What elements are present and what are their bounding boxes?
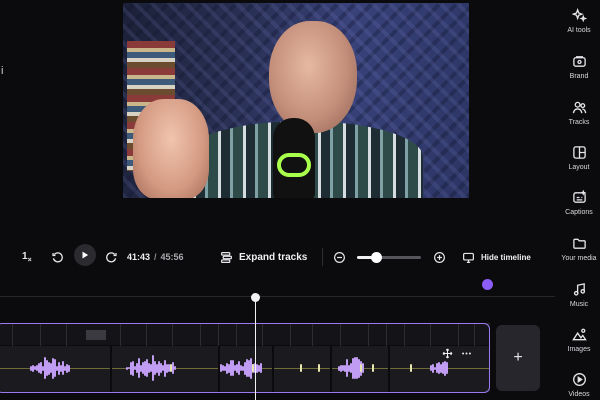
sidebar-item-label: Captions bbox=[565, 209, 593, 216]
folder-icon bbox=[572, 238, 586, 249]
more-options-icon[interactable] bbox=[461, 348, 472, 359]
users-icon bbox=[572, 101, 586, 114]
rewind-5s-icon bbox=[51, 251, 63, 262]
sparkles-icon bbox=[571, 8, 587, 23]
current-time: 41:43 bbox=[127, 252, 151, 262]
sidebar-item-label: Your media bbox=[561, 255, 597, 262]
right-sidebar: AI tools Brand Tracks Layout Captions Yo… bbox=[558, 0, 600, 400]
monitor-icon bbox=[463, 252, 474, 263]
sidebar-item-label: Layout bbox=[568, 164, 590, 171]
video-preview[interactable] bbox=[123, 3, 469, 198]
add-track-label: + bbox=[513, 349, 523, 366]
sidebar-item-label: Images bbox=[567, 346, 591, 353]
total-time: 45:56 bbox=[160, 252, 184, 262]
clip-tools bbox=[442, 348, 472, 359]
music-note-icon bbox=[573, 283, 585, 296]
hide-timeline-label: Hide timeline bbox=[481, 252, 531, 262]
sidebar-item-label: Brand bbox=[569, 73, 589, 80]
sidebar-item-label: Tracks bbox=[568, 119, 590, 126]
sidebar-item-ai-tools[interactable]: AI tools bbox=[546, 8, 600, 34]
layout-icon bbox=[572, 146, 586, 159]
sidebar-item-tracks[interactable]: Tracks bbox=[546, 100, 600, 126]
sidebar-item-music[interactable]: Music bbox=[546, 282, 600, 308]
sidebar-item-captions[interactable]: Captions bbox=[546, 190, 600, 216]
sidebar-item-label: Music bbox=[569, 301, 589, 308]
selected-clip-outline[interactable] bbox=[0, 323, 490, 393]
time-separator: / bbox=[154, 252, 157, 262]
timeline-ruler[interactable] bbox=[0, 296, 555, 297]
sidebar-item-images[interactable]: Images bbox=[546, 327, 600, 353]
rewind-button[interactable] bbox=[50, 250, 64, 264]
transport-toolbar: 1× 41:43/45:56 Expand tracks Hide timeli… bbox=[0, 241, 555, 273]
playback-speed-suffix: × bbox=[27, 256, 32, 264]
toolbar-divider bbox=[322, 248, 323, 266]
expand-tracks-icon bbox=[221, 251, 232, 263]
video-play-icon bbox=[572, 373, 586, 386]
playback-time: 41:43/45:56 bbox=[127, 252, 184, 262]
hide-timeline-button[interactable]: Hide timeline bbox=[462, 251, 531, 264]
image-icon bbox=[571, 328, 587, 341]
playback-speed-button[interactable]: 1× bbox=[22, 251, 32, 264]
expand-tracks-label: Expand tracks bbox=[239, 251, 308, 263]
playhead[interactable] bbox=[251, 293, 260, 400]
sidebar-item-videos[interactable]: Videos bbox=[546, 372, 600, 398]
play-icon bbox=[82, 251, 89, 259]
zoom-in-button[interactable] bbox=[432, 250, 446, 264]
zoom-out-icon bbox=[333, 251, 345, 263]
add-track-button[interactable]: + bbox=[496, 325, 540, 391]
sidebar-item-brand[interactable]: Brand bbox=[546, 54, 600, 80]
forward-5s-icon bbox=[105, 251, 117, 262]
zoom-in-icon bbox=[433, 251, 445, 263]
expand-tracks-button[interactable]: Expand tracks bbox=[220, 251, 307, 264]
sidebar-item-label: AI tools bbox=[567, 27, 591, 34]
playhead-handle[interactable] bbox=[251, 293, 260, 302]
brand-kit-icon bbox=[572, 56, 586, 67]
zoom-slider-handle[interactable] bbox=[371, 252, 383, 263]
microphone-light bbox=[277, 153, 311, 177]
status-indicator-dot bbox=[482, 279, 493, 290]
zoom-slider[interactable] bbox=[357, 252, 421, 263]
play-button[interactable] bbox=[74, 244, 96, 266]
forward-button[interactable] bbox=[104, 250, 118, 264]
move-icon[interactable] bbox=[442, 348, 453, 359]
sidebar-item-label: Videos bbox=[568, 391, 590, 398]
sidebar-item-layout[interactable]: Layout bbox=[546, 145, 600, 171]
stray-text: i bbox=[1, 65, 4, 77]
speaker-head bbox=[269, 21, 357, 133]
captions-icon bbox=[572, 190, 586, 203]
speaker-hand bbox=[133, 99, 209, 198]
zoom-out-button[interactable] bbox=[332, 250, 346, 264]
